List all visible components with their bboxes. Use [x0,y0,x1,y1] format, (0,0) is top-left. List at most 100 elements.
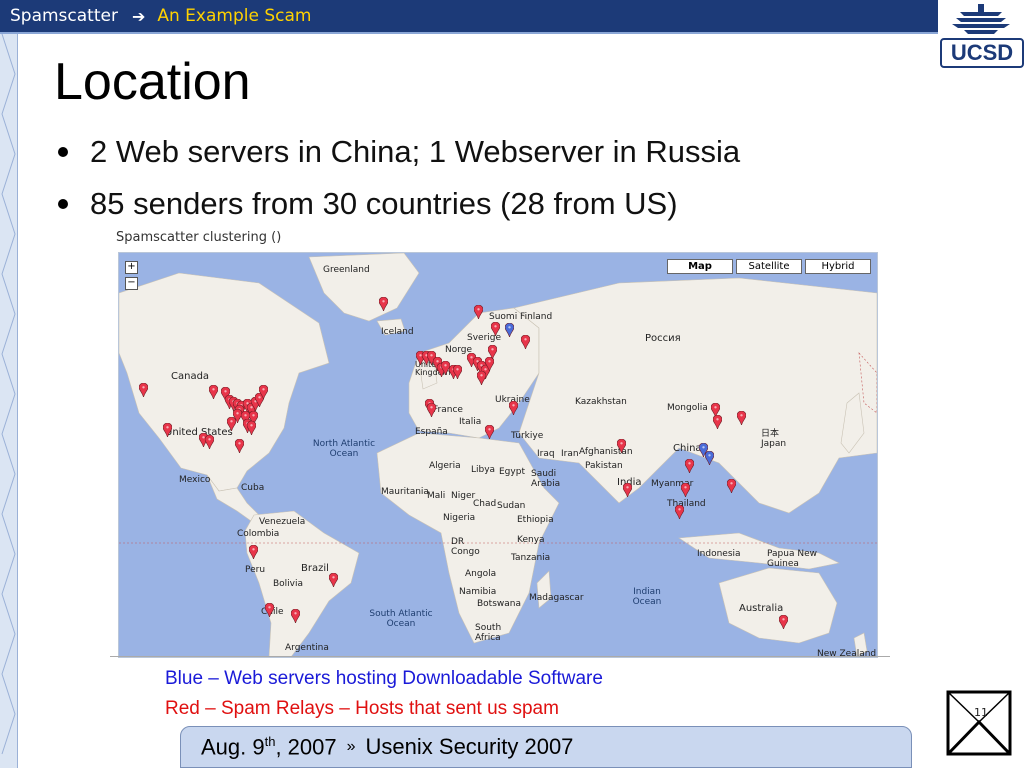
zoom-in-button[interactable]: + [125,261,138,274]
map-label-china: China [673,443,702,454]
bullet-item: 2 Web servers in China; 1 Webserver in R… [58,134,740,170]
map-label-espana: España [415,427,448,437]
map-label-peru: Peru [245,565,266,575]
map-type-hybrid-button[interactable]: Hybrid [805,259,871,274]
footer-date-sup: th [264,733,276,749]
map-label-sudan: Sudan [497,501,526,511]
spam-relay-pin[interactable] [685,459,694,473]
map-label-south-africa: South Africa [475,623,502,643]
spam-relay-pin[interactable] [163,423,172,437]
spam-relay-pin[interactable] [265,603,274,617]
map-type-satellite-button[interactable]: Satellite [736,259,802,274]
spam-relay-pin[interactable] [491,322,500,336]
spam-relay-pin[interactable] [139,383,148,397]
footer-date-year: , 2007 [275,734,337,760]
bullet-text: 85 senders from 30 countries (28 from US… [90,186,678,221]
map-type-map-button[interactable]: Map [667,259,733,274]
map-label-libya: Libya [471,465,496,475]
spam-relay-pin[interactable] [477,371,486,385]
spam-relay-pin[interactable] [488,345,497,359]
map-label-saudi-arabia: Saudi Arabia [531,469,561,489]
map-label-dr-congo: DR Congo [451,537,480,557]
spam-relay-pin[interactable] [681,483,690,497]
zoom-out-button[interactable]: − [125,277,138,290]
map-label-iceland: Iceland [381,327,414,337]
spam-relay-pin[interactable] [453,365,462,379]
zoom-control: + − [125,261,138,293]
spam-relay-pin[interactable] [379,297,388,311]
arrow-right-icon: ➔ [131,6,146,26]
footer-date: Aug. 9th, 2007 [201,734,337,760]
map-label-angola: Angola [465,569,497,579]
map-label-bolivia: Bolivia [273,579,304,589]
map-label-mongolia: Mongolia [667,403,708,413]
map-label-chad: Chad [473,499,497,509]
spam-relay-pin[interactable] [737,411,746,425]
spam-relay-pin[interactable] [485,425,494,439]
slide-footer: Aug. 9th, 2007 » Usenix Security 2007 [180,726,912,768]
web-server-pin[interactable] [705,451,714,465]
map-label-russia: Россия [645,333,681,344]
legend-red-text: Red – Spam Relays – Hosts that sent us s… [165,698,559,719]
map-label-kazakhstan: Kazakhstan [575,397,627,407]
spam-relay-pin[interactable] [205,435,214,449]
map-label-madagascar: Madagascar [529,593,584,603]
slide-title: Location [54,53,251,111]
map-label-greenland: Greenland [323,265,370,275]
spam-relay-pin[interactable] [779,615,788,629]
web-server-pin[interactable] [505,323,514,337]
header-bar: Spamscatter ➔ An Example Scam [0,0,938,34]
map-label-north-atlantic: North Atlantic Ocean [312,439,376,459]
bullet-item: 85 senders from 30 countries (28 from US… [58,186,740,222]
footer-separator-icon: » [346,738,356,755]
map-divider [110,656,890,657]
map-label-botswana: Botswana [477,599,521,609]
spam-relay-pin[interactable] [249,545,258,559]
breadcrumb-topic: An Example Scam [157,6,312,26]
spam-relay-pin[interactable] [427,403,436,417]
bullet-list: 2 Web servers in China; 1 Webserver in R… [58,134,740,238]
spam-relay-pin[interactable] [209,385,218,399]
spam-relay-pin[interactable] [235,439,244,453]
spam-relay-pin[interactable] [291,609,300,623]
map-label-kenya: Kenya [517,535,545,545]
bullet-icon [58,147,68,157]
map-label-italia: Italia [459,417,482,427]
footer-venue: Usenix Security 2007 [365,734,574,759]
map-label-suomi: Suomi Finland [489,312,552,322]
map-label-algeria: Algeria [429,461,461,471]
spam-relay-pin[interactable] [474,305,483,319]
spam-relay-pin[interactable] [617,439,626,453]
map-label-mali: Mali [427,491,446,501]
ucsd-logo: UCSD [938,0,1024,72]
map-type-selector: Map Satellite Hybrid [667,259,871,274]
map-label-iran: Iran [561,449,579,459]
spam-relay-pin[interactable] [485,357,494,371]
map-label-nigeria: Nigeria [443,513,476,523]
spam-relay-pin[interactable] [623,483,632,497]
map-label-niger: Niger [451,491,476,501]
spam-relay-pin[interactable] [727,479,736,493]
map-label-papua: Papua New Guinea [767,549,817,569]
map-legend: Blue – Web servers hosting Downloadable … [165,664,603,724]
left-decorative-strip [0,33,18,768]
spam-relay-pin[interactable] [521,335,530,349]
map-label-namibia: Namibia [459,587,497,597]
ucsd-logo-text: UCSD [940,38,1024,68]
map-label-south-atlantic: South Atlantic Ocean [369,609,433,629]
bullet-text: 2 Web servers in China; 1 Webserver in R… [90,134,741,169]
world-map[interactable]: + − Map Satellite Hybrid Greenland Icela… [118,252,878,658]
map-label-thailand: Thailand [667,499,706,509]
legend-blue-text: Blue – Web servers hosting Downloadable … [165,668,603,689]
map-label-pakistan: Pakistan [585,461,623,471]
spam-relay-pin[interactable] [227,417,236,431]
spam-relay-pin[interactable] [509,401,518,415]
spam-relay-pin[interactable] [675,505,684,519]
spam-relay-pin[interactable] [329,573,338,587]
map-label-japan: 日本 Japan [761,429,787,449]
map-label-france: France [433,405,463,415]
spam-relay-pin[interactable] [247,421,256,435]
envelope-icon [946,690,1012,756]
spam-relay-pin[interactable] [713,415,722,429]
spam-relay-pin[interactable] [259,385,268,399]
